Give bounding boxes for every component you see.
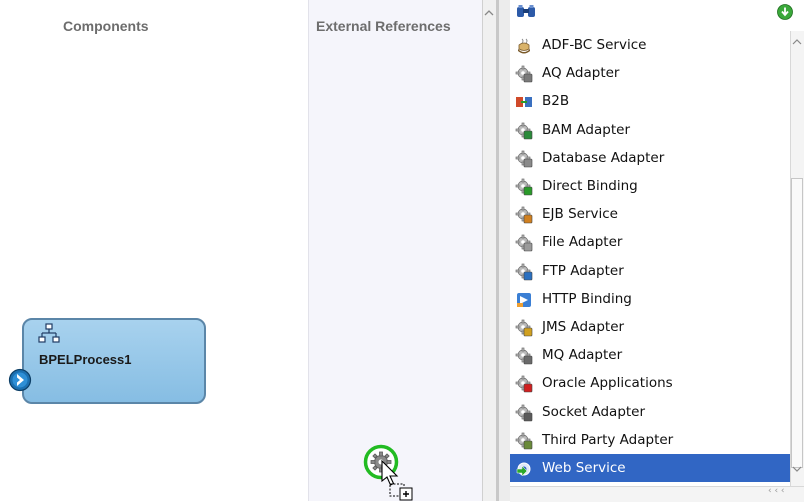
palette-item[interactable]: Oracle Applications [510,369,790,397]
palette-item[interactable]: EJB Service [510,200,790,228]
external-references-lane[interactable] [308,0,486,501]
palette-item-label: Direct Binding [542,178,638,194]
palette-horizontal-scrollbar[interactable] [510,486,804,502]
palette-item-label: Web Service [542,460,626,476]
palette-item[interactable]: B2B [510,87,790,115]
palette-item[interactable]: Third Party Adapter [510,426,790,454]
palette-item-label: FTP Adapter [542,262,624,279]
palette-item-label: Socket Adapter [542,403,646,420]
aq-adapter-icon [515,65,533,83]
palette-item-label: BAM Adapter [542,121,630,138]
go-arrow-icon[interactable] [777,4,793,20]
composite-editor-canvas: Components BPELProcess1 External Referen… [0,0,804,502]
ftp-adapter-icon [515,263,533,280]
bpel-process-icon [38,323,60,343]
ejb-service-icon [515,206,533,224]
bam-adapter-icon [515,122,533,139]
palette-item-label: ADF-BC Service [542,37,647,53]
palette-item[interactable]: Web Service [510,454,790,482]
direct-binding-icon [515,178,533,196]
palette-item-label: AQ Adapter [542,65,620,82]
file-adapter-icon [515,235,533,252]
palette-item[interactable]: BAM Adapter [510,116,790,144]
adf-bc-service-icon [518,38,530,54]
b2b-icon [516,97,532,108]
palette-item[interactable]: File Adapter [510,228,790,256]
palette-binoculars-icon[interactable] [516,4,536,18]
web-service-icon [516,462,531,477]
palette-item-label: Third Party Adapter [542,431,674,448]
socket-adapter-icon [515,404,533,421]
palette-item-label: HTTP Binding [542,290,632,307]
third-party-adapter-icon [515,432,533,450]
external-references-scrollbar[interactable] [482,0,497,501]
external-references-lane-title: External References [316,18,451,34]
palette-item[interactable]: Database Adapter [510,144,790,172]
palette-item[interactable]: Socket Adapter [510,398,790,426]
palette-item[interactable]: AQ Adapter [510,59,790,87]
palette-item-label: MQ Adapter [542,347,623,364]
scroll-up-arrow-icon[interactable] [792,38,802,46]
components-lane-title: Components [63,18,149,34]
scroll-up-arrow-icon[interactable] [483,8,495,18]
drag-copy-cursor-icon [381,460,413,501]
components-lane[interactable] [0,0,308,501]
bpel-process-name: BPELProcess1 [39,352,132,367]
palette-item-label: EJB Service [542,206,618,223]
mq-adapter-icon [515,347,533,365]
palette-item-label: B2B [542,93,570,110]
palette-item[interactable]: FTP Adapter [510,257,790,285]
palette-item[interactable]: HTTP Binding [510,285,790,313]
palette-item[interactable]: ADF-BC Service [510,31,790,59]
oracle-applications-icon [515,376,533,393]
palette-item[interactable]: MQ Adapter [510,341,790,369]
service-port-chevron-icon[interactable] [8,368,32,392]
scroll-left-arrows-icon[interactable]: ‹ ‹ ‹ [768,486,785,496]
database-adapter-icon [515,150,533,168]
palette-item-label: Oracle Applications [542,375,673,392]
palette-item-label: JMS Adapter [542,319,625,335]
palette-scrollbar-thumb[interactable] [791,178,803,468]
palette-item-label: Database Adapter [542,149,665,166]
scroll-down-arrow-icon[interactable] [792,465,802,473]
palette-item[interactable]: Direct Binding [510,172,790,200]
http-binding-icon [517,292,531,307]
jms-adapter-icon [515,319,533,337]
palette-item[interactable]: JMS Adapter [510,313,790,341]
palette-header [510,0,804,30]
palette-item-label: File Adapter [542,234,623,251]
